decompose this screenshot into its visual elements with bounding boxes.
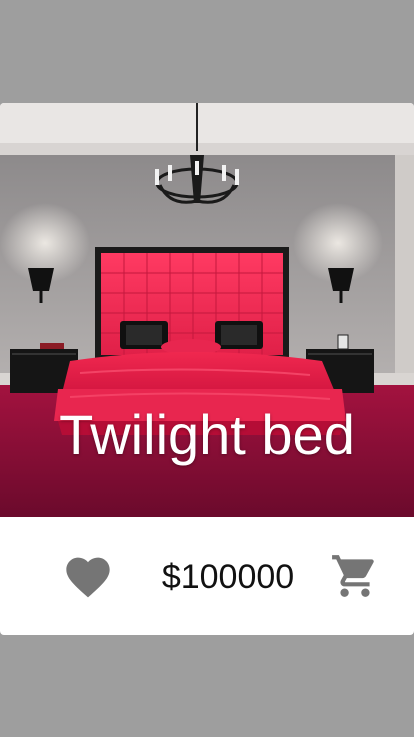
add-to-cart-button[interactable] xyxy=(328,551,382,601)
favorite-button[interactable] xyxy=(62,551,114,599)
product-price: $100000 xyxy=(161,558,295,596)
action-bar: $100000 xyxy=(0,517,414,635)
product-image: Twilight bed xyxy=(0,103,414,517)
cart-icon xyxy=(332,555,374,597)
product-title: Twilight bed xyxy=(59,403,355,466)
heart-icon xyxy=(66,557,110,598)
product-card[interactable]: Twilight bed $100000 xyxy=(0,103,414,635)
